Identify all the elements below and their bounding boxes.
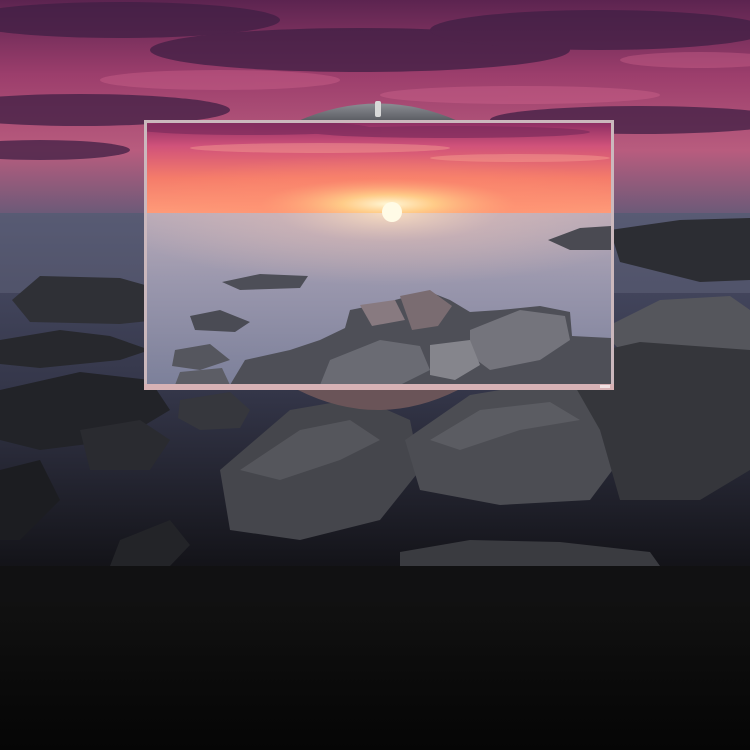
bottom-band: [0, 602, 750, 750]
monitor-screen: [144, 120, 614, 390]
webcam-icon: [375, 101, 381, 117]
bottom-band-upper: [0, 566, 750, 602]
background-photo: [0, 0, 750, 750]
